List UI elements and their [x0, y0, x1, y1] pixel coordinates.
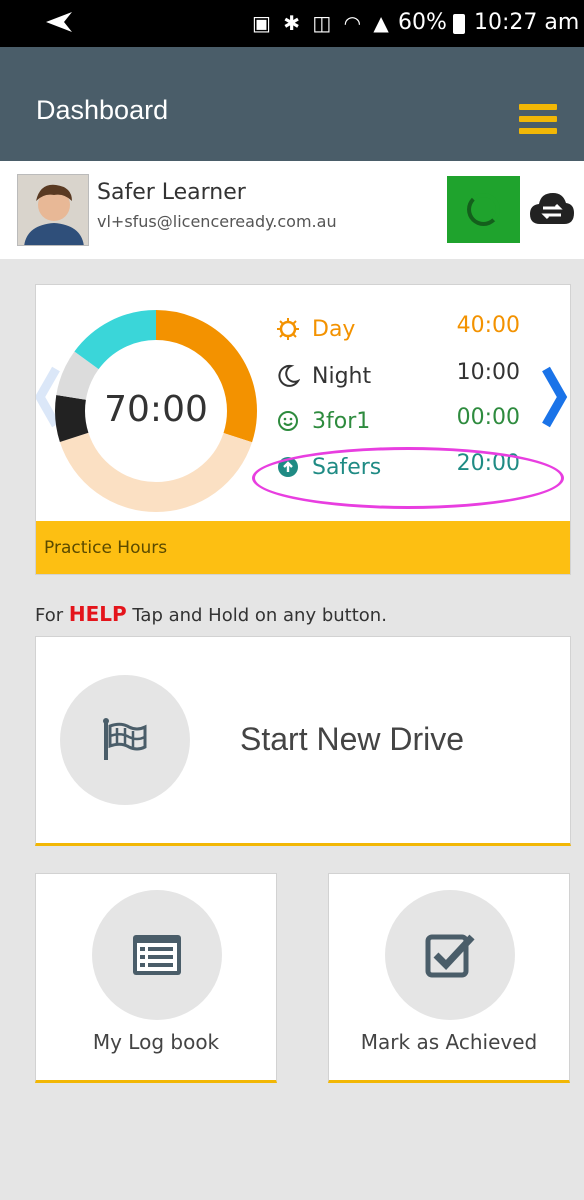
status-icons: ▣ ✱ ◫ ◠ ▲	[252, 11, 392, 35]
mark-as-achieved-label: Mark as Achieved	[360, 1030, 538, 1054]
avatar[interactable]	[17, 174, 89, 246]
highlight-annotation	[252, 447, 564, 509]
sync-status-button[interactable]	[447, 176, 520, 243]
practice-hours-card[interactable]: 70:00 Day 40:00 Night 10:00 3for1 00:00 …	[35, 284, 571, 575]
flag-icon	[103, 718, 147, 760]
avatar-photo	[18, 175, 88, 245]
hours-value-3for1: 00:00	[456, 405, 520, 430]
status-bar: ▣ ✱ ◫ ◠ ▲ 60% 10:27 am	[0, 0, 584, 47]
total-hours: 70:00	[104, 389, 208, 430]
hours-value-day: 40:00	[456, 313, 520, 338]
achieved-icon-circle	[385, 890, 515, 1020]
page-title: Dashboard	[36, 95, 169, 125]
hours-label-3for1: 3for1	[312, 409, 371, 434]
loading-spinner-icon	[467, 193, 500, 226]
start-new-drive-button[interactable]: Start New Drive	[35, 636, 571, 846]
list-icon	[133, 935, 181, 975]
hours-row-night: Night 10:00	[276, 360, 526, 396]
my-log-book-button[interactable]: My Log book	[35, 873, 277, 1083]
profile-header[interactable]: Safer Learner vl+sfus@licenceready.com.a…	[0, 161, 584, 259]
user-email: vl+sfus@licenceready.com.au	[97, 212, 337, 231]
practice-hours-footer: Practice Hours	[36, 521, 570, 574]
user-name: Safer Learner	[97, 180, 246, 205]
hours-value-night: 10:00	[456, 360, 520, 385]
logbook-icon-circle	[92, 890, 222, 1020]
flag-icon-circle	[60, 675, 190, 805]
sun-icon	[277, 318, 299, 340]
chevron-right-icon[interactable]	[542, 365, 568, 429]
clock: 10:27 am	[474, 10, 580, 35]
help-keyword: HELP	[68, 602, 127, 626]
practice-hours-label: Practice Hours	[44, 538, 168, 558]
hours-row-3for1: 3for1 00:00	[276, 405, 526, 441]
moon-icon	[278, 364, 300, 387]
menu-icon[interactable]	[519, 104, 557, 134]
mark-as-achieved-button[interactable]: Mark as Achieved	[328, 873, 570, 1083]
help-hint: For HELP Tap and Hold on any button.	[35, 602, 387, 626]
hours-row-day: Day 40:00	[276, 313, 526, 349]
battery-percent: 60%	[398, 10, 447, 35]
cast-arrow-icon	[46, 12, 72, 32]
app-bar: Dashboard	[0, 47, 584, 161]
help-prefix: For	[35, 605, 69, 626]
checkbox-checked-icon	[425, 934, 475, 978]
start-new-drive-label: Start New Drive	[240, 721, 465, 757]
cloud-sync-icon[interactable]	[528, 190, 576, 226]
hours-label-night: Night	[312, 364, 372, 389]
smiley-icon	[278, 411, 298, 431]
help-suffix: Tap and Hold on any button.	[126, 605, 387, 626]
battery-icon	[453, 14, 465, 34]
my-log-book-label: My Log book	[92, 1030, 220, 1054]
hours-label-day: Day	[312, 317, 356, 342]
